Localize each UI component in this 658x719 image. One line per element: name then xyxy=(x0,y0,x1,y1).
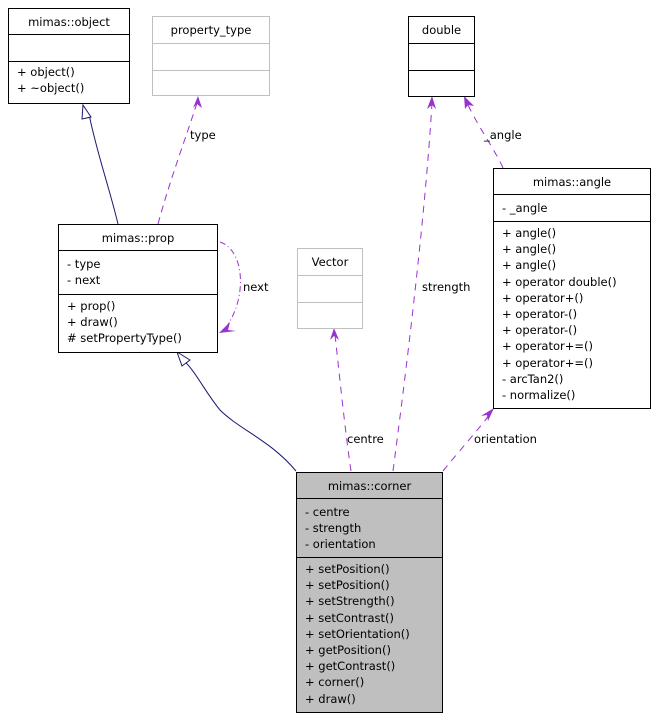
method: + setStrength() xyxy=(305,594,395,609)
method: + getPosition() xyxy=(305,643,391,658)
method: + draw() xyxy=(305,691,356,706)
class-name: double xyxy=(409,17,474,44)
method: + operator-() xyxy=(502,307,578,322)
class-name: Vector xyxy=(298,249,362,276)
edge-label-next: next xyxy=(243,280,269,294)
methods-section: + prop() + draw() # setPropertyType() xyxy=(59,295,217,349)
attribute: - strength xyxy=(305,521,362,536)
attributes-section xyxy=(298,276,362,303)
method: + setPosition() xyxy=(305,578,390,593)
class-name: mimas::prop xyxy=(59,225,217,251)
methods-section: + setPosition() + setPosition() + setStr… xyxy=(297,558,442,709)
usage-arrow-icon xyxy=(330,328,339,340)
method: + operator+=() xyxy=(502,339,593,354)
class-mimas-object[interactable]: mimas::object + object() + ~object() xyxy=(8,8,130,104)
method: + prop() xyxy=(67,299,116,313)
method: + getContrast() xyxy=(305,659,396,674)
method: + setPosition() xyxy=(305,562,390,576)
method: - normalize() xyxy=(502,388,576,403)
attribute: - _angle xyxy=(502,201,548,215)
attribute: - centre xyxy=(305,505,350,519)
inheritance-arrow-icon xyxy=(81,103,92,120)
method: + operator+() xyxy=(502,290,584,305)
method: + ~object() xyxy=(17,81,85,96)
attributes-section: - centre - strength - orientation xyxy=(297,499,442,558)
usage-arrow-icon xyxy=(193,96,202,108)
class-name: mimas::angle xyxy=(494,169,650,195)
class-mimas-prop[interactable]: mimas::prop - type - next + prop() + dra… xyxy=(58,224,218,353)
method: + angle() xyxy=(502,226,557,240)
method: + setOrientation() xyxy=(305,626,410,641)
method: + angle() xyxy=(502,242,557,257)
method: + operator+=() xyxy=(502,355,593,370)
class-vector[interactable]: Vector xyxy=(297,248,363,329)
edge-label-centre: centre xyxy=(347,432,384,446)
class-property-type[interactable]: property_type xyxy=(152,16,270,96)
method: + angle() xyxy=(502,258,557,273)
method: + draw() xyxy=(67,315,118,330)
methods-section xyxy=(153,71,269,95)
attribute: - next xyxy=(67,273,101,288)
method: + operator-() xyxy=(502,323,578,338)
methods-section: + object() + ~object() xyxy=(9,62,129,98)
inheritance-arrow-icon xyxy=(176,350,191,367)
class-name: mimas::corner xyxy=(297,473,442,499)
method: + corner() xyxy=(305,675,365,690)
edge-label-strength: strength xyxy=(422,280,471,294)
usage-arrow-icon xyxy=(219,322,236,333)
method: + setContrast() xyxy=(305,610,394,625)
method: # setPropertyType() xyxy=(67,331,182,346)
attributes-section: - _angle xyxy=(494,195,650,222)
class-name: property_type xyxy=(153,17,269,44)
attributes-section xyxy=(409,44,474,71)
attribute: - orientation xyxy=(305,537,376,552)
methods-section xyxy=(298,303,362,328)
edge-label-angle: _angle xyxy=(484,128,522,142)
edge-prop-type xyxy=(157,102,198,225)
class-mimas-angle[interactable]: mimas::angle - _angle + angle() + angle(… xyxy=(493,168,651,409)
class-mimas-corner[interactable]: mimas::corner - centre - strength - orie… xyxy=(296,472,443,713)
class-name: mimas::object xyxy=(9,9,129,35)
methods-section: + angle() + angle() + angle() + operator… xyxy=(494,222,650,405)
attributes-section: - type - next xyxy=(59,251,217,295)
edge-prop-inherits-object xyxy=(88,113,119,225)
method: + object() xyxy=(17,65,75,79)
methods-section xyxy=(409,71,474,96)
method: - arcTan2() xyxy=(502,371,564,386)
class-double[interactable]: double xyxy=(408,16,475,97)
edge-corner-centre xyxy=(334,334,352,472)
method: + operator double() xyxy=(502,274,617,289)
attributes-section xyxy=(153,44,269,71)
edge-label-orientation: orientation xyxy=(474,432,537,446)
edge-corner-inherits-prop xyxy=(182,359,297,472)
attributes-section xyxy=(9,35,129,62)
usage-arrow-icon xyxy=(481,408,494,421)
edge-label-type: type xyxy=(190,128,216,142)
edge-prop-next xyxy=(219,241,241,331)
attribute: - type xyxy=(67,257,101,271)
